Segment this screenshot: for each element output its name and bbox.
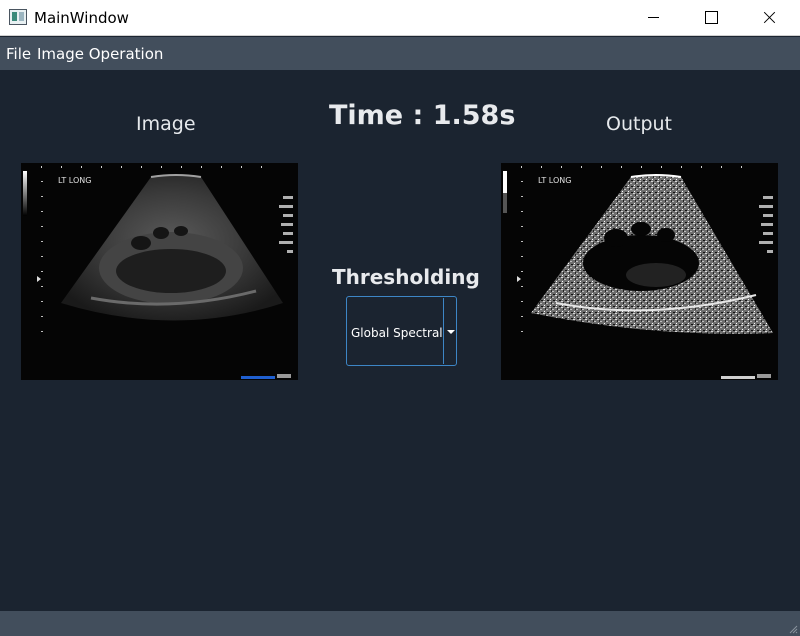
status-bar: [0, 611, 800, 636]
window-title: MainWindow: [34, 9, 129, 27]
maximize-button[interactable]: [682, 0, 740, 36]
input-image: LT LONG: [21, 163, 298, 380]
ultrasound-caption: LT LONG: [538, 176, 572, 185]
menu-bar: File Image Operation: [0, 37, 800, 70]
thresholding-selected-value: Global Spectral: [351, 326, 443, 340]
resize-grip-icon[interactable]: [788, 624, 798, 634]
thresholding-title: Thresholding: [332, 265, 480, 289]
image-label: Image: [136, 113, 196, 135]
thresholding-select[interactable]: Global Spectral: [346, 296, 457, 366]
title-bar: MainWindow: [0, 0, 800, 36]
menu-image-operation[interactable]: Image Operation: [37, 45, 163, 63]
chevron-down-icon[interactable]: [447, 330, 455, 334]
menu-file[interactable]: File: [6, 45, 31, 63]
app-icon: [9, 9, 27, 25]
minimize-button[interactable]: [624, 0, 682, 36]
output-label: Output: [606, 113, 672, 135]
combo-separator: [443, 298, 444, 364]
close-button[interactable]: [740, 0, 798, 36]
output-image: LT LONG: [501, 163, 778, 380]
time-display: Time : 1.58s: [329, 100, 516, 131]
ultrasound-caption: LT LONG: [58, 176, 92, 185]
